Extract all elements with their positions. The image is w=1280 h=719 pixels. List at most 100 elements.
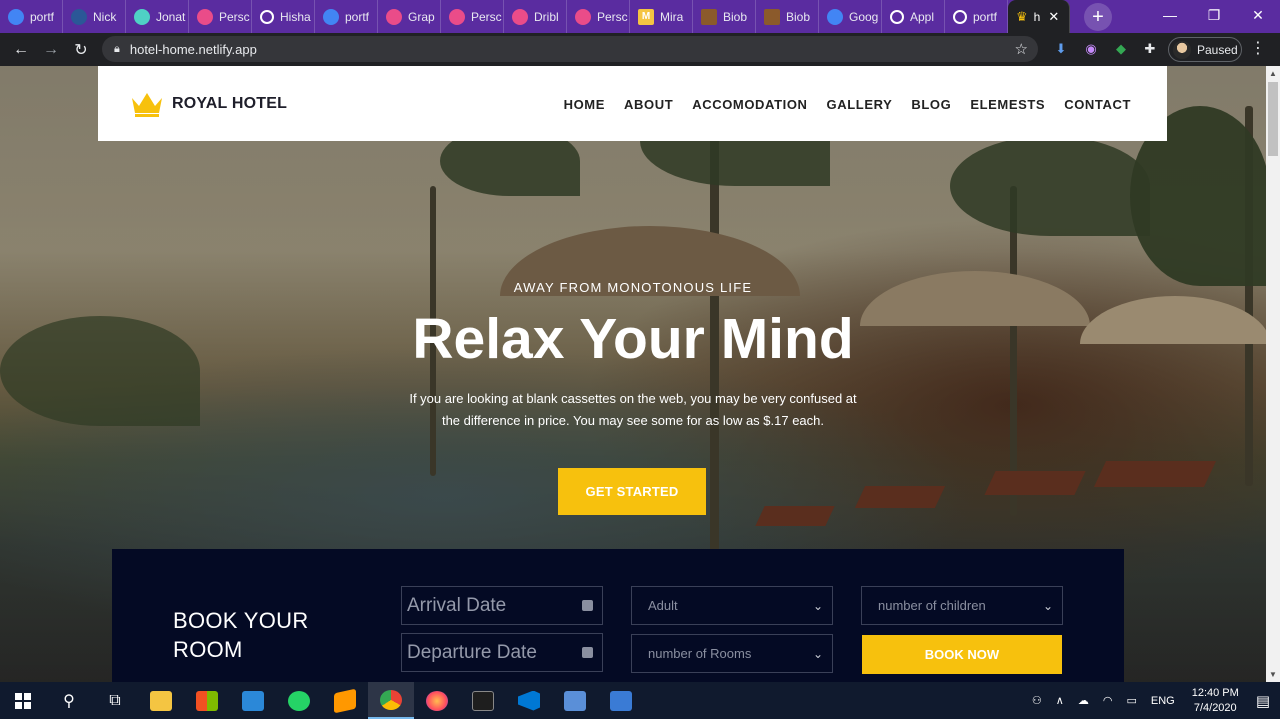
extension-cast-icon[interactable]: ◉ (1080, 38, 1102, 60)
arrival-placeholder: Arrival Date (407, 594, 507, 616)
lounge-chair (984, 471, 1086, 495)
nav-contact[interactable]: CONTACT (1064, 97, 1131, 112)
globe-icon (890, 9, 904, 24)
arrival-date-field[interactable]: Arrival Date (401, 586, 603, 625)
firefox-icon[interactable] (414, 682, 460, 719)
extension-download-icon[interactable]: ⬇ (1050, 38, 1072, 60)
browser-tab[interactable]: Nick (63, 0, 126, 33)
children-select[interactable]: number of children ⌄ (861, 586, 1063, 625)
tab-title: Persc (471, 9, 502, 24)
browser-tab[interactable]: Dribl (504, 0, 567, 33)
windows-start-icon[interactable] (0, 682, 46, 719)
new-tab-button[interactable]: + (1084, 2, 1112, 31)
chrome-menu-icon[interactable]: ⋮ (1250, 38, 1266, 58)
language-indicator[interactable]: ENG (1151, 695, 1175, 707)
site-logo[interactable]: ROYAL HOTEL (130, 90, 287, 118)
scroll-up-icon[interactable]: ▲ (1269, 69, 1277, 78)
book-now-button[interactable]: BOOK NOW (862, 635, 1062, 674)
close-tab-icon[interactable]: ✕ (1048, 9, 1059, 25)
browser-tab[interactable]: Persc (189, 0, 252, 33)
installer-icon[interactable] (552, 682, 598, 719)
minimize-button[interactable]: — (1148, 0, 1192, 30)
site-header: ROYAL HOTEL HOME ABOUT ACCOMODATION GALL… (98, 66, 1167, 141)
chevron-up-icon[interactable]: ∧ (1056, 694, 1064, 707)
page-scrollbar[interactable]: ▲ ▼ (1266, 66, 1280, 682)
close-window-button[interactable]: ✕ (1236, 0, 1280, 30)
browser-tab[interactable]: Persc (567, 0, 630, 33)
browser-tab[interactable]: Jonat (126, 0, 189, 33)
address-bar[interactable]: 🔒︎ hotel-home.netlify.app ☆ (102, 36, 1038, 62)
browser-tab-active[interactable]: ♛ h ✕ (1008, 0, 1070, 33)
system-tray: ⚇ ∧ ☁ ◠ ▭ ENG 12:40 PM 7/4/2020 ▤ (1025, 682, 1280, 719)
onedrive-icon[interactable]: ☁ (1078, 694, 1089, 707)
book-icon (701, 8, 717, 25)
terminal-icon[interactable] (460, 682, 506, 719)
extension-color-icon[interactable]: ◆ (1110, 38, 1132, 60)
tab-title: Nick (93, 9, 117, 24)
lounge-chair (1093, 461, 1217, 487)
google-icon (8, 8, 24, 25)
browser-tab[interactable]: Hisha (252, 0, 315, 33)
notification-icon[interactable]: ▤ (1256, 692, 1270, 710)
reload-icon[interactable]: ↻ (66, 35, 96, 65)
scrollbar-thumb[interactable] (1268, 82, 1278, 156)
calendar-icon[interactable] (582, 600, 593, 611)
nav-elements[interactable]: ELEMESTS (970, 97, 1045, 112)
mail-icon[interactable] (230, 682, 276, 719)
nav-about[interactable]: ABOUT (624, 97, 673, 112)
chrome-icon[interactable] (368, 682, 414, 719)
departure-date-field[interactable]: Departure Date (401, 633, 603, 672)
crown-icon: ♛ (1016, 8, 1028, 24)
browser-tab[interactable]: Appl (882, 0, 945, 33)
profile-button[interactable]: Paused (1168, 37, 1242, 62)
browser-tab[interactable]: portf (945, 0, 1008, 33)
tab-title: Biob (723, 9, 748, 24)
browser-tab[interactable]: portf (315, 0, 378, 33)
window-controls: — ❐ ✕ (1148, 0, 1280, 33)
dribbble-icon (575, 8, 591, 25)
battery-icon[interactable]: ▭ (1126, 694, 1136, 707)
translate-icon (827, 8, 843, 25)
booking-panel: BOOK YOUR ROOM Arrival Date Departure Da… (112, 549, 1124, 682)
photos-icon[interactable] (598, 682, 644, 719)
search-icon[interactable]: ⚲ (46, 682, 92, 719)
extensions-puzzle-icon[interactable]: ✚ (1139, 38, 1161, 60)
browser-tab[interactable]: Biob (756, 0, 819, 33)
sublime-icon[interactable] (322, 682, 368, 719)
nav-accomodation[interactable]: ACCOMODATION (692, 97, 807, 112)
rooms-select[interactable]: number of Rooms ⌄ (631, 634, 833, 673)
browser-tab[interactable]: Grap (378, 0, 441, 33)
wifi-icon[interactable]: ◠ (1103, 694, 1113, 707)
whatsapp-icon[interactable] (276, 682, 322, 719)
children-select-value: number of children (878, 598, 986, 613)
maximize-button[interactable]: ❐ (1192, 0, 1236, 30)
nav-blog[interactable]: BLOG (911, 97, 951, 112)
hero-kicker: AWAY FROM MONOTONOUS LIFE (513, 280, 753, 295)
browser-tab[interactable]: Persc (441, 0, 504, 33)
chevron-down-icon: ⌄ (1042, 598, 1053, 613)
hero-text: If you are looking at blank cassettes on… (409, 391, 857, 428)
nav-gallery[interactable]: GALLERY (827, 97, 893, 112)
back-arrow-icon[interactable]: ← (6, 35, 36, 65)
adult-select[interactable]: Adult ⌄ (631, 586, 833, 625)
scroll-down-icon[interactable]: ▼ (1269, 670, 1277, 679)
browser-tab[interactable]: M Mira (630, 0, 693, 33)
tab-title: h (1033, 9, 1041, 24)
rooms-select-value: number of Rooms (648, 646, 752, 661)
tab-title: Jonat (156, 9, 186, 24)
task-view-icon[interactable]: ⧉ (92, 682, 138, 719)
nav-home[interactable]: HOME (564, 97, 605, 112)
file-explorer-icon[interactable] (138, 682, 184, 719)
vscode-icon[interactable] (506, 682, 552, 719)
get-started-button[interactable]: GET STARTED (558, 468, 706, 515)
bookmark-star-icon[interactable]: ☆ (1015, 40, 1028, 58)
browser-tab[interactable]: portf (0, 0, 63, 33)
browser-tab[interactable]: Goog (819, 0, 882, 33)
calendar-icon[interactable] (582, 647, 593, 658)
people-icon[interactable]: ⚇ (1032, 694, 1042, 707)
browser-tab[interactable]: Biob (693, 0, 756, 33)
clock[interactable]: 12:40 PM 7/4/2020 (1192, 686, 1239, 716)
booking-title: BOOK YOUR ROOM (173, 608, 309, 662)
store-icon[interactable] (184, 682, 230, 719)
forward-arrow-icon[interactable]: → (36, 35, 66, 65)
